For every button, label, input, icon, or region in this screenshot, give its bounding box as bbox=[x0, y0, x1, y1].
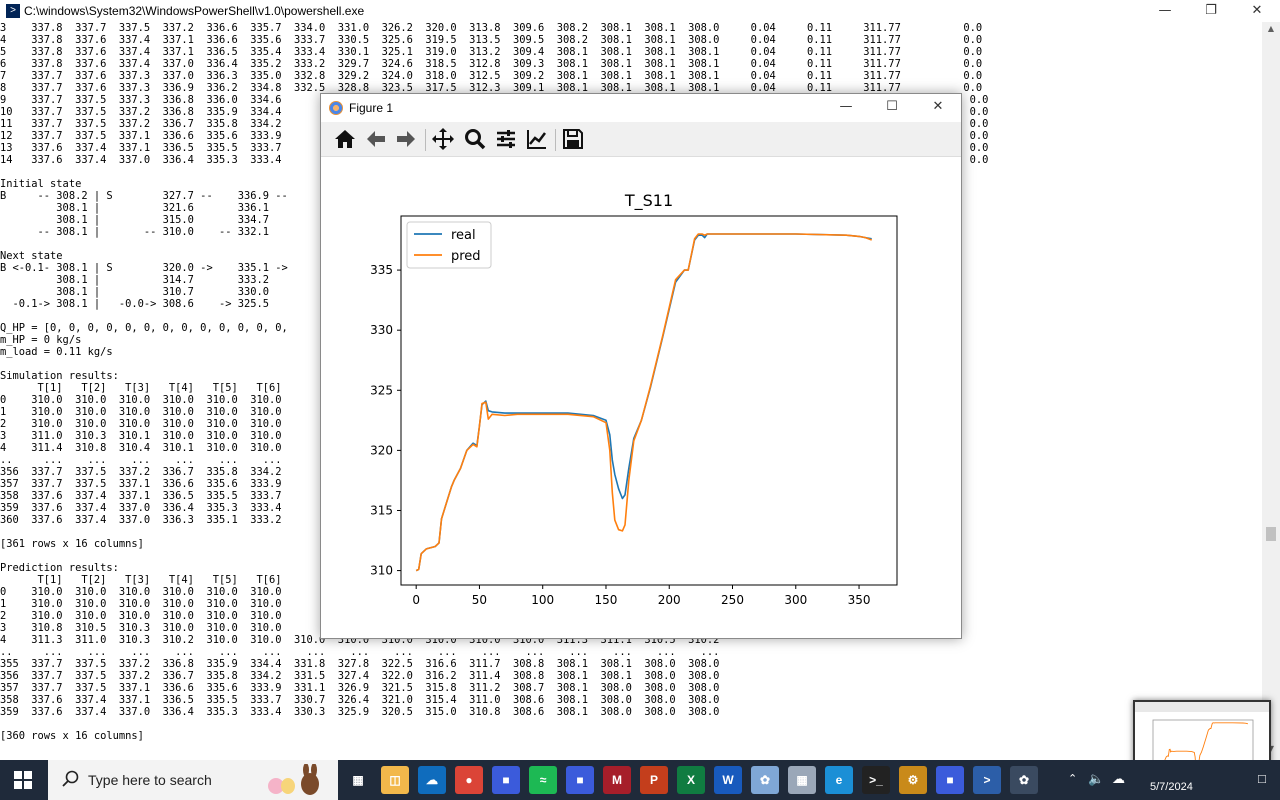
console-line: 6 337.8 337.6 337.4 337.0 336.4 335.2 33… bbox=[0, 58, 983, 70]
console-line: 358 337.6 337.4 337.1 336.5 335.5 333.7 … bbox=[0, 694, 720, 706]
console-line: .. ... ... ... ... ... ... ... ... ... .… bbox=[0, 646, 720, 658]
task-view-icon[interactable]: ▦ bbox=[344, 766, 372, 794]
search-placeholder: Type here to search bbox=[88, 772, 212, 788]
volume-icon[interactable]: 🔈 bbox=[1088, 771, 1104, 787]
figure-window[interactable]: Figure 1 — ☐ ✕ T_S11 0 50 100 150 200 25… bbox=[320, 93, 962, 639]
console-line: 7 337.7 337.6 337.3 337.0 336.3 335.0 33… bbox=[0, 70, 983, 82]
powerpoint-icon[interactable]: P bbox=[640, 766, 668, 794]
minimize-button[interactable]: — bbox=[1142, 0, 1188, 22]
console-line: [360 rows x 16 columns] bbox=[0, 730, 144, 742]
file-explorer-icon[interactable]: ◫ bbox=[381, 766, 409, 794]
windows-start-icon[interactable] bbox=[14, 771, 32, 793]
notification-icon[interactable]: □ bbox=[1258, 771, 1266, 786]
settings-icon[interactable]: ⚙ bbox=[899, 766, 927, 794]
y-tick-label: 335 bbox=[370, 263, 393, 277]
app-icon[interactable]: ■ bbox=[936, 766, 964, 794]
excel-icon[interactable]: X bbox=[677, 766, 705, 794]
chevron-up-icon[interactable]: ⌃ bbox=[1068, 772, 1077, 785]
close-button[interactable]: ✕ bbox=[1234, 0, 1280, 22]
figure-titlebar[interactable]: Figure 1 — ☐ ✕ bbox=[321, 94, 961, 122]
app-icon[interactable]: ■ bbox=[566, 766, 594, 794]
figure-maximize-button[interactable]: ☐ bbox=[869, 96, 915, 118]
y-tick-label: 330 bbox=[370, 323, 393, 337]
powershell-icon: > bbox=[6, 4, 20, 18]
figure-close-button[interactable]: ✕ bbox=[915, 96, 961, 118]
spotify-icon[interactable]: ≈ bbox=[529, 766, 557, 794]
easter-bunny-icon bbox=[268, 764, 319, 795]
scroll-up-icon[interactable]: ▲ bbox=[1262, 24, 1280, 38]
save-icon[interactable] bbox=[561, 127, 587, 151]
forward-arrow-icon[interactable] bbox=[394, 127, 420, 151]
restore-button[interactable]: ❐ bbox=[1188, 0, 1234, 22]
taskbar-search-box[interactable]: Type here to search bbox=[48, 760, 338, 800]
series-line-pred bbox=[415, 233, 872, 572]
figure-minimize-button[interactable]: — bbox=[823, 96, 869, 118]
toolbar-separator bbox=[555, 129, 556, 151]
clock-date[interactable]: 5/7/2024 bbox=[1150, 781, 1193, 793]
x-tick-label: 150 bbox=[595, 593, 618, 607]
console-line: 355 337.7 337.5 337.2 336.8 335.9 334.4 … bbox=[0, 658, 720, 670]
paint-icon[interactable]: ✿ bbox=[751, 766, 779, 794]
y-tick-label: 325 bbox=[370, 383, 393, 397]
plot-area[interactable]: T_S11 0 50 100 150 200 250 300 350 310 315 320 325 33… bbox=[321, 157, 961, 637]
console-line: 356 337.7 337.5 337.2 336.7 335.8 334.2 … bbox=[0, 670, 720, 682]
x-tick-label: 100 bbox=[531, 593, 554, 607]
legend-label-real: real bbox=[451, 228, 476, 243]
x-tick-label: 200 bbox=[658, 593, 681, 607]
y-tick-label: 320 bbox=[370, 443, 393, 457]
console-line: 3 337.8 337.7 337.5 337.2 336.6 335.7 33… bbox=[0, 22, 983, 34]
photos-icon[interactable]: ▦ bbox=[788, 766, 816, 794]
powershell-window-title: C:\windows\System32\WindowsPowerShell\v1… bbox=[24, 4, 365, 18]
matplotlib-icon[interactable]: ✿ bbox=[1010, 766, 1038, 794]
y-tick-label: 315 bbox=[370, 503, 393, 517]
configure-subplots-icon[interactable] bbox=[494, 127, 520, 151]
back-arrow-icon[interactable] bbox=[364, 127, 390, 151]
powershell-icon[interactable]: > bbox=[973, 766, 1001, 794]
pan-icon[interactable] bbox=[431, 127, 457, 151]
home-icon[interactable] bbox=[333, 127, 359, 151]
toolbar-separator bbox=[425, 129, 426, 151]
x-tick-label: 50 bbox=[472, 593, 487, 607]
chrome-icon[interactable]: ● bbox=[455, 766, 483, 794]
powershell-titlebar[interactable]: > C:\windows\System32\WindowsPowerShell\… bbox=[0, 0, 1280, 23]
zoom-icon[interactable] bbox=[463, 127, 489, 151]
word-icon[interactable]: W bbox=[714, 766, 742, 794]
legend-label-pred: pred bbox=[451, 249, 481, 264]
axes-frame bbox=[400, 215, 898, 586]
edit-axes-icon[interactable] bbox=[525, 127, 551, 151]
figure-toolbar bbox=[321, 122, 961, 157]
console-scrollbar[interactable]: ▲ ▼ bbox=[1262, 22, 1280, 760]
onedrive-cloud-icon[interactable]: ☁ bbox=[1112, 771, 1125, 787]
chart-title: T_S11 bbox=[624, 191, 673, 211]
figure-title: Figure 1 bbox=[349, 101, 394, 115]
console-line: 359 337.6 337.4 337.0 336.4 335.3 333.4 … bbox=[0, 706, 720, 718]
mendeley-icon[interactable]: M bbox=[603, 766, 631, 794]
line-chart: T_S11 0 50 100 150 200 250 300 350 310 315 320 325 33… bbox=[370, 191, 898, 607]
scrollbar-thumb[interactable] bbox=[1266, 527, 1276, 541]
x-tick-label: 300 bbox=[784, 593, 807, 607]
console-line: 4 337.8 337.6 337.4 337.1 336.6 335.6 33… bbox=[0, 34, 983, 46]
matplotlib-icon bbox=[329, 101, 343, 115]
app-icon[interactable]: ■ bbox=[492, 766, 520, 794]
onedrive-icon[interactable]: ☁ bbox=[418, 766, 446, 794]
x-tick-label: 0 bbox=[412, 593, 420, 607]
console-line: 357 337.7 337.5 337.1 336.6 335.6 333.9 … bbox=[0, 682, 720, 694]
x-tick-label: 350 bbox=[848, 593, 871, 607]
system-tray: ⌃ 🔈 ☁ 5/7/2024 □ bbox=[1060, 760, 1280, 800]
console-line: 5 337.8 337.6 337.4 337.1 336.5 335.4 33… bbox=[0, 46, 983, 58]
search-icon bbox=[62, 770, 79, 787]
x-tick-label: 250 bbox=[721, 593, 744, 607]
terminal-icon[interactable]: >_ bbox=[862, 766, 890, 794]
taskbar: Type here to search ▦ ◫ ☁ ● ■ ≈ ■ M P X W ✿ ▦ e >_ ⚙ ■ > ✿… bbox=[0, 760, 1280, 800]
edge-icon[interactable]: e bbox=[825, 766, 853, 794]
y-tick-label: 310 bbox=[370, 564, 393, 578]
